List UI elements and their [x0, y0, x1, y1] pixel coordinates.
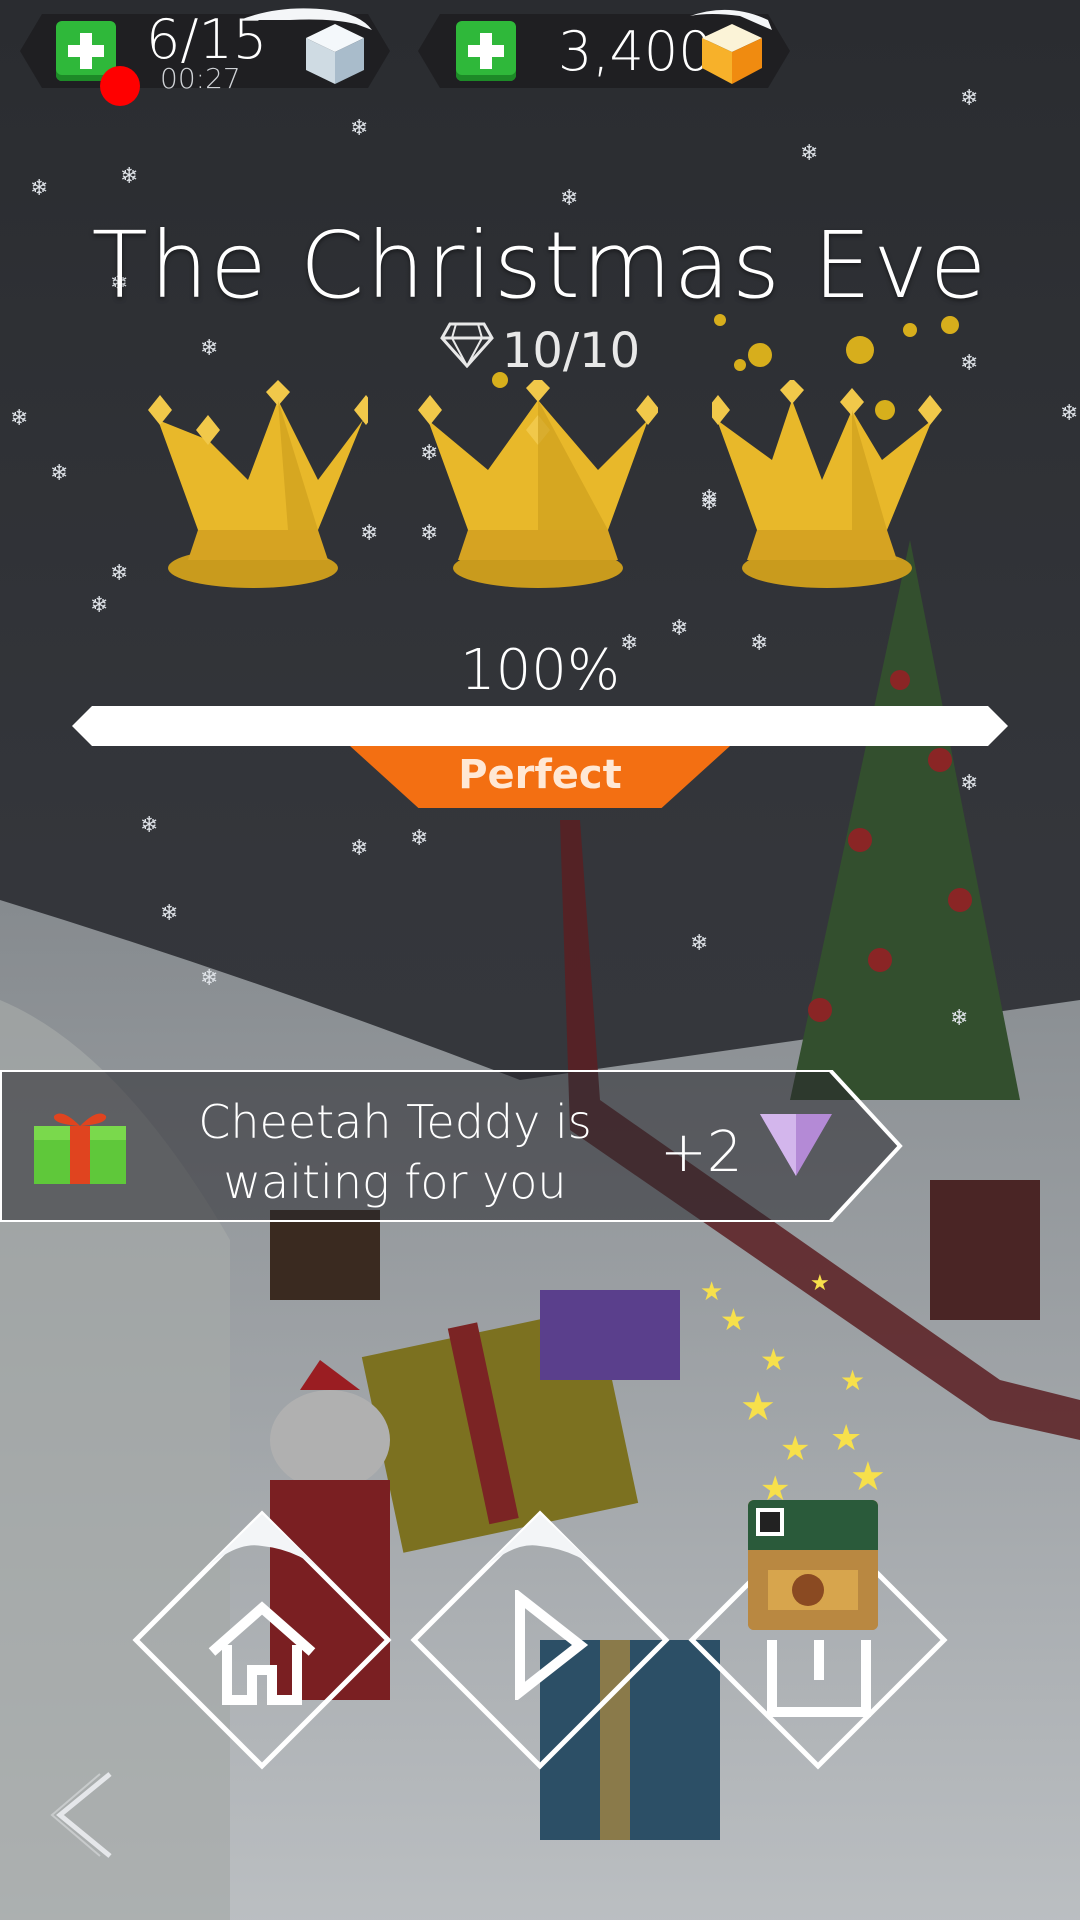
top-hud: 6/15 00:27 3,400 [0, 0, 1080, 110]
progress-bar [72, 706, 1008, 746]
chevron-left-icon [50, 1772, 112, 1858]
back-button[interactable] [50, 1770, 120, 1860]
purple-triangle-gem-icon [758, 1112, 834, 1178]
recording-thumbnail[interactable] [748, 1500, 878, 1630]
reward-message-line2: waiting for you [223, 1155, 567, 1209]
progress-percent: 100% [459, 638, 621, 703]
gems-count: 10/10 [501, 323, 641, 379]
play-icon [515, 1590, 589, 1700]
crown-icon [128, 380, 378, 600]
diamond-icon [439, 322, 494, 380]
reward-amount: +2 [660, 1120, 743, 1185]
lives-timer: 00:27 [160, 62, 241, 95]
share-icon [767, 1640, 871, 1717]
level-title: The Christmas Eve [91, 212, 989, 319]
crown-icon [418, 376, 660, 600]
progress-bar-fill [72, 706, 1008, 746]
reward-message-line1: Cheetah Teddy is [198, 1095, 592, 1149]
home-button[interactable] [132, 1510, 392, 1770]
gems-count-row: 10/10 [0, 320, 1080, 380]
hud-snow-caps [240, 8, 772, 30]
home-icon [208, 1601, 316, 1705]
record-dot-icon [100, 66, 140, 106]
replay-button[interactable] [410, 1510, 670, 1770]
reward-message: Cheetah Teddy is waiting for you [160, 1092, 630, 1212]
gift-icon [32, 1108, 128, 1184]
crown-icon [706, 378, 952, 600]
rating-label: Perfect [458, 752, 622, 798]
